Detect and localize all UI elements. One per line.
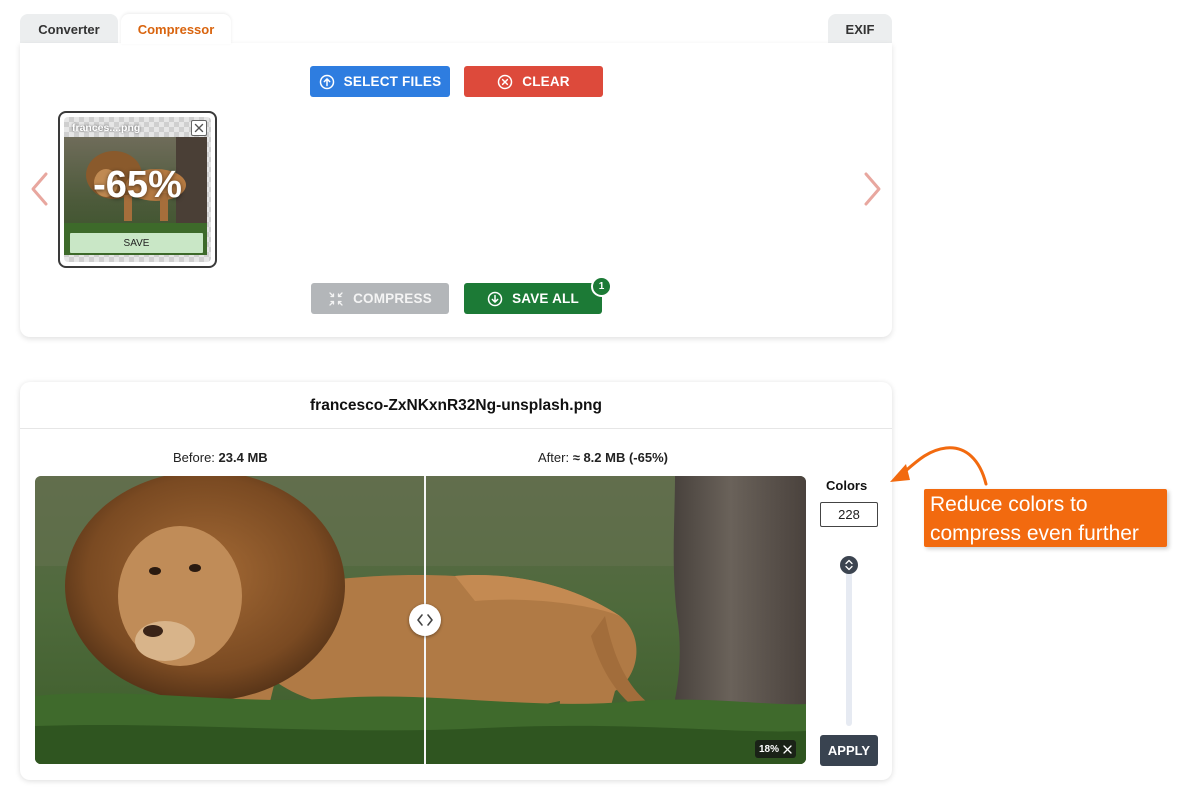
close-icon[interactable] <box>783 744 792 754</box>
annotation-callout: Reduce colors to compress even further <box>924 489 1167 547</box>
thumbnail-frame: frances....png -65% SAVE <box>64 117 211 262</box>
after-size: After: ≈ 8.2 MB (-65%) <box>538 450 668 465</box>
thumbnail-file-name: frances....png <box>72 122 141 134</box>
colors-input[interactable] <box>820 502 878 527</box>
colors-label: Colors <box>826 478 868 493</box>
after-value: ≈ 8.2 MB (-65%) <box>572 450 668 465</box>
file-thumbnail[interactable]: frances....png -65% SAVE <box>58 111 217 268</box>
annotation-line-1: Reduce colors to <box>930 493 1088 516</box>
before-label: Before: <box>173 450 215 465</box>
clear-label: CLEAR <box>522 74 570 89</box>
close-circle-icon <box>498 74 513 89</box>
left-right-arrows-icon <box>417 614 433 626</box>
chevron-right-icon[interactable] <box>862 171 884 207</box>
before-value: 23.4 MB <box>218 450 268 465</box>
annotation-line-2: compress even further <box>930 522 1139 545</box>
select-files-label: SELECT FILES <box>343 74 442 89</box>
save-all-count-badge: 1 <box>591 276 612 297</box>
preview-panel: francesco-ZxNKxnR32Ng-unsplash.png Befor… <box>20 382 892 780</box>
select-files-button[interactable]: SELECT FILES <box>310 66 450 97</box>
tab-exif[interactable]: EXIF <box>828 14 892 44</box>
before-size: Before: 23.4 MB <box>173 450 268 465</box>
tab-converter[interactable]: Converter <box>20 14 118 44</box>
compress-arrows-icon <box>329 291 343 306</box>
clear-button[interactable]: CLEAR <box>464 66 603 97</box>
apply-button[interactable]: APPLY <box>820 735 878 766</box>
annotation-arrow-icon <box>890 446 988 486</box>
zoom-level: 18% <box>759 743 780 755</box>
colors-slider-track[interactable] <box>846 560 852 726</box>
download-circle-icon <box>487 291 503 306</box>
save-all-label: SAVE ALL <box>512 291 579 306</box>
compress-label: COMPRESS <box>353 291 432 306</box>
zoom-badge[interactable]: 18% <box>755 740 797 758</box>
compression-percent: -65% <box>93 164 182 206</box>
after-label: After: <box>538 450 570 465</box>
upload-circle-icon <box>319 74 334 89</box>
thumbnail-save-button[interactable]: SAVE <box>70 233 203 253</box>
save-all-button[interactable]: SAVE ALL <box>464 283 602 314</box>
upload-panel: SELECT FILES CLEAR frances....png -65% S… <box>20 43 892 337</box>
compress-button[interactable]: COMPRESS <box>311 283 449 314</box>
up-down-arrows-icon <box>845 559 853 571</box>
before-after-comparison[interactable]: 18% <box>35 476 806 764</box>
close-icon <box>194 123 204 133</box>
remove-file-button[interactable] <box>191 120 207 136</box>
preview-divider <box>20 428 892 429</box>
chevron-left-icon[interactable] <box>28 171 50 207</box>
comparison-handle[interactable] <box>409 604 441 636</box>
tab-compressor[interactable]: Compressor <box>121 14 231 44</box>
colors-slider-handle[interactable] <box>840 556 858 574</box>
preview-file-name: francesco-ZxNKxnR32Ng-unsplash.png <box>310 397 602 414</box>
